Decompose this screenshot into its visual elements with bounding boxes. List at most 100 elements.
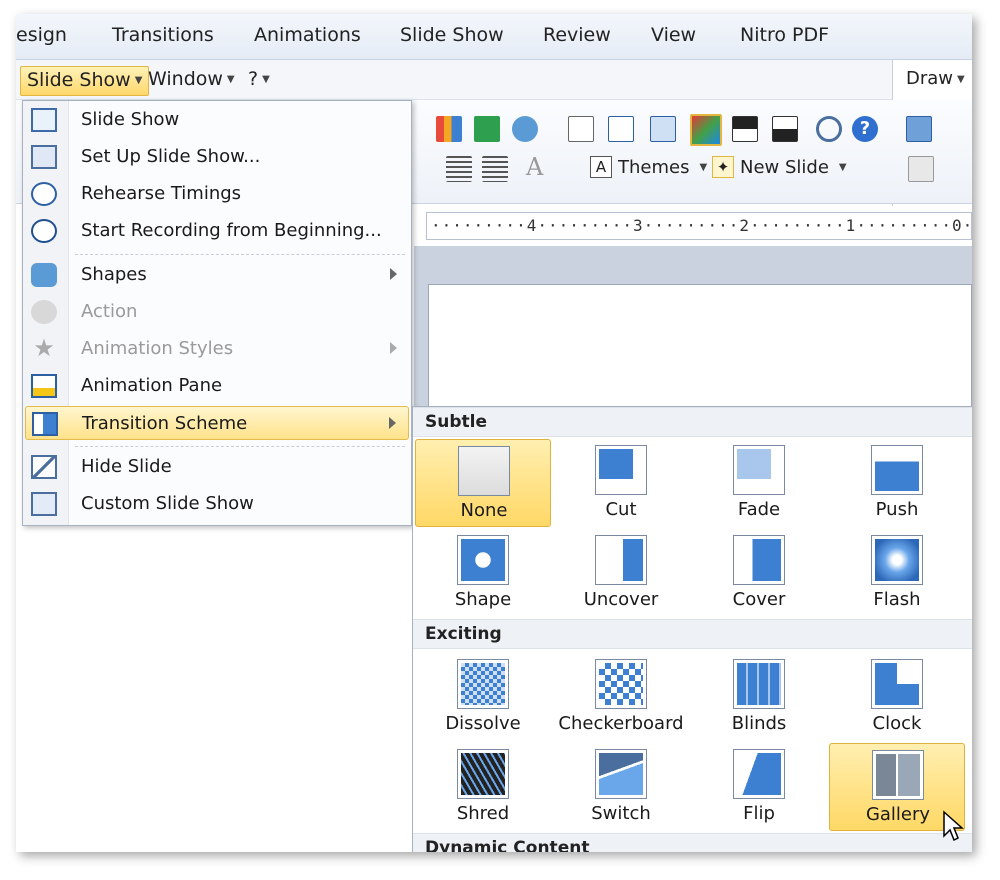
slide-show-icon — [31, 108, 57, 132]
tab-review[interactable]: Review — [543, 24, 611, 46]
menu-item-label: Action — [81, 301, 138, 322]
menu-item-shapes[interactable]: Shapes — [25, 258, 409, 292]
fill-icon[interactable] — [908, 156, 934, 182]
transition-label: Blinds — [731, 713, 787, 734]
menu-help[interactable]: ? ▼ — [242, 66, 276, 96]
new-slide-button[interactable]: ✦ New Slide ▼ — [712, 156, 847, 178]
transition-push[interactable]: Push — [829, 439, 965, 527]
gallery-section-exciting: Exciting — [413, 619, 972, 649]
align-text-icon[interactable] — [608, 116, 634, 142]
slide[interactable] — [428, 284, 972, 424]
submenu-arrow-icon — [390, 342, 397, 354]
gallery-section-subtle: Subtle — [413, 407, 972, 437]
menu-slide-show[interactable]: Slide Show ▼ — [20, 66, 150, 96]
themes-button[interactable]: A Themes ▼ — [590, 156, 707, 178]
tab-view[interactable]: View — [651, 24, 696, 46]
transition-flip[interactable]: Flip — [691, 743, 827, 831]
menu-separator — [75, 446, 405, 447]
gallery-thumb-icon — [872, 750, 924, 800]
checkerboard-thumb-icon — [595, 659, 647, 709]
menu-item-transition-scheme[interactable]: Transition Scheme — [25, 406, 409, 440]
menu-item-custom-slide-show[interactable]: Custom Slide Show — [25, 487, 409, 521]
menu-window[interactable]: Window ▼ — [142, 66, 241, 96]
transition-uncover[interactable]: Uncover — [553, 529, 689, 617]
menu-item-label: Hide Slide — [81, 456, 172, 477]
grayscale-icon[interactable] — [732, 116, 758, 142]
increase-indent-icon[interactable] — [482, 156, 508, 182]
transition-blinds[interactable]: Blinds — [691, 653, 827, 741]
decrease-indent-icon[interactable] — [446, 156, 472, 182]
smartart-icon[interactable] — [474, 116, 500, 142]
cover-thumb-icon — [733, 535, 785, 585]
menu-item-start-recording[interactable]: Start Recording from Beginning... — [25, 214, 409, 248]
black-white-icon[interactable] — [772, 116, 798, 142]
transition-dissolve[interactable]: Dissolve — [415, 653, 551, 741]
menu-slide-show-label: Slide Show — [27, 69, 131, 91]
menu-item-rehearse-timings[interactable]: Rehearse Timings — [25, 177, 409, 211]
chart-icon[interactable] — [436, 116, 462, 142]
menu-window-label: Window — [148, 68, 223, 90]
menu-separator — [75, 254, 405, 255]
transition-label: Shred — [456, 803, 510, 824]
chevron-down-icon: ▼ — [838, 161, 847, 173]
tab-slide-show[interactable]: Slide Show — [400, 24, 504, 46]
draw-label: Draw — [906, 68, 954, 89]
menu-item-animation-styles: ★ Animation Styles — [25, 332, 409, 366]
switch-thumb-icon — [595, 749, 647, 799]
menu-draw[interactable]: Draw ▼ — [906, 68, 965, 89]
menu-item-hide-slide[interactable]: Hide Slide — [25, 450, 409, 484]
dissolve-thumb-icon — [457, 659, 509, 709]
tab-animations[interactable]: Animations — [254, 24, 361, 46]
transition-label: Flash — [873, 589, 921, 610]
font-color-icon[interactable]: A — [526, 154, 552, 180]
transition-checkerboard[interactable]: Checkerboard — [553, 653, 689, 741]
menu-item-label: Animation Pane — [81, 375, 223, 396]
menu-item-label: Animation Styles — [81, 338, 234, 359]
transition-clock[interactable]: Clock — [829, 653, 965, 741]
submenu-arrow-icon — [390, 268, 397, 280]
transition-cover[interactable]: Cover — [691, 529, 827, 617]
transition-label: Cut — [605, 499, 637, 520]
transition-fade[interactable]: Fade — [691, 439, 827, 527]
text-direction-icon[interactable] — [568, 116, 594, 142]
tab-transitions[interactable]: Transitions — [112, 24, 214, 46]
star-icon: ★ — [33, 334, 55, 362]
table-icon[interactable] — [650, 116, 676, 142]
chevron-down-icon: ▼ — [699, 161, 708, 173]
transition-flash[interactable]: Flash — [829, 529, 965, 617]
transition-label: None — [460, 500, 508, 521]
tab-design[interactable]: esign — [16, 24, 67, 46]
transition-shape[interactable]: Shape — [415, 529, 551, 617]
color-icon[interactable] — [690, 114, 722, 146]
menu-item-label: Set Up Slide Show... — [81, 146, 261, 167]
transition-label: Clock — [872, 713, 922, 734]
submenu-arrow-icon — [389, 417, 396, 429]
none-thumb-icon — [458, 446, 510, 496]
action-icon — [31, 300, 57, 324]
fade-thumb-icon — [733, 445, 785, 495]
zoom-icon[interactable] — [816, 116, 842, 142]
transition-shred[interactable]: Shred — [415, 743, 551, 831]
menu-item-label: Rehearse Timings — [81, 183, 242, 204]
transition-none[interactable]: None — [415, 439, 551, 527]
themes-label: Themes — [618, 156, 690, 178]
new-slide-icon: ✦ — [712, 156, 734, 178]
menu-item-animation-pane[interactable]: Animation Pane — [25, 369, 409, 403]
uncover-thumb-icon — [595, 535, 647, 585]
picture-icon[interactable] — [906, 116, 932, 142]
shapes-icon — [31, 263, 57, 287]
tab-nitro-pdf[interactable]: Nitro PDF — [740, 24, 829, 46]
menu-item-slide-show[interactable]: Slide Show — [25, 103, 409, 137]
help-icon[interactable]: ? — [852, 116, 878, 142]
transition-label: Cover — [732, 589, 786, 610]
menu-item-action: Action — [25, 295, 409, 329]
transition-cut[interactable]: Cut — [553, 439, 689, 527]
flip-thumb-icon — [733, 749, 785, 799]
menu-item-label: Start Recording from Beginning... — [81, 220, 382, 241]
menu-item-set-up-slide-show[interactable]: Set Up Slide Show... — [25, 140, 409, 174]
transition-label: Checkerboard — [558, 713, 684, 734]
transition-label: Fade — [737, 499, 781, 520]
push-thumb-icon — [871, 445, 923, 495]
transition-switch[interactable]: Switch — [553, 743, 689, 831]
shapes-toolbar-icon[interactable] — [512, 116, 538, 142]
